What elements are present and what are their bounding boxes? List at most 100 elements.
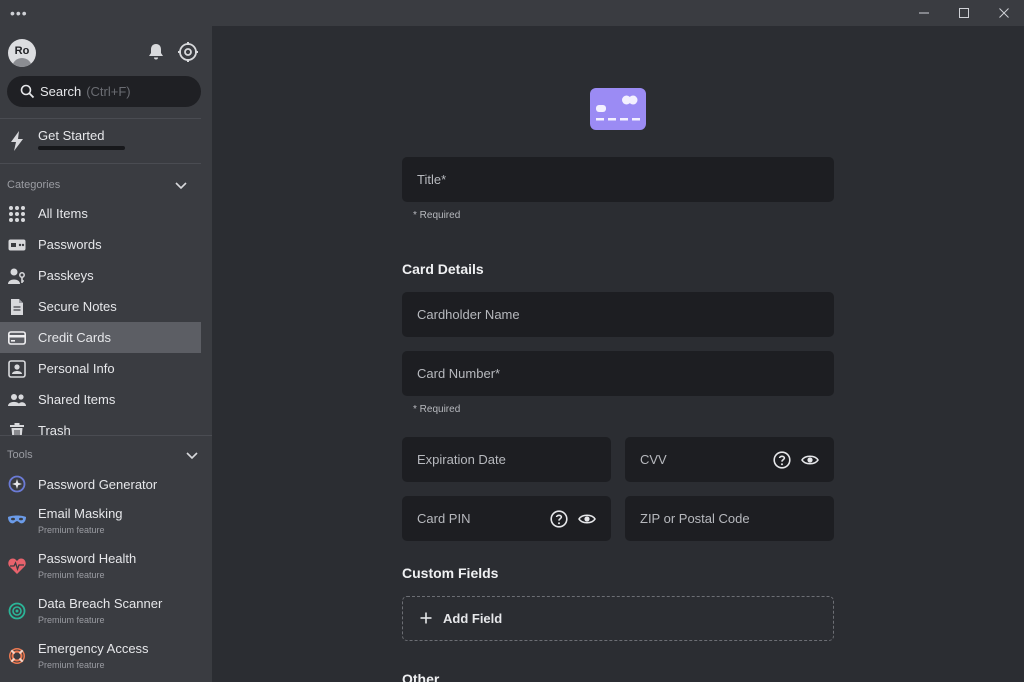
eye-icon[interactable] <box>801 451 819 469</box>
categories-header[interactable]: Categories <box>0 176 201 196</box>
close-icon <box>999 8 1009 18</box>
card-pin-field-icons <box>550 510 596 528</box>
minimize-icon <box>919 12 929 14</box>
sidebar-item-personal-info[interactable]: Personal Info <box>0 353 201 384</box>
tools-label: Tools <box>7 449 33 461</box>
minimize-button[interactable] <box>904 0 944 26</box>
avatar[interactable]: Ro <box>8 39 36 67</box>
premium-feature-label: Premium feature <box>38 615 105 625</box>
search-shortcut-hint: (Ctrl+F) <box>86 84 131 99</box>
note-icon <box>11 299 23 315</box>
sidebar-item-passkeys[interactable]: Passkeys <box>0 260 201 291</box>
divider <box>0 163 201 164</box>
sidebar-header: Ro <box>0 26 212 78</box>
settings-icon[interactable] <box>177 41 199 63</box>
sidebar-item-secure-notes[interactable]: Secure Notes <box>0 291 201 322</box>
add-field-button[interactable]: Add Field <box>402 596 834 641</box>
credit-card-logo-icon <box>590 88 646 130</box>
tool-label: Email Masking <box>38 506 123 521</box>
get-started-item[interactable]: Get Started <box>0 124 201 160</box>
tool-emergency-access[interactable]: Emergency Access Premium feature <box>0 639 212 681</box>
trash-icon <box>10 423 24 435</box>
card-number-label: Card Number* <box>417 366 501 381</box>
tool-data-breach-scanner[interactable]: Data Breach Scanner Premium feature <box>0 594 212 636</box>
lifebuoy-icon <box>9 648 25 664</box>
premium-feature-label: Premium feature <box>38 660 105 670</box>
close-button[interactable] <box>984 0 1024 26</box>
mask-icon <box>8 515 26 524</box>
sidebar-item-shared-items[interactable]: Shared Items <box>0 384 201 415</box>
password-icon <box>8 239 26 251</box>
passkey-icon <box>8 268 25 284</box>
bell-icon[interactable] <box>146 42 166 62</box>
sidebar-item-label: Secure Notes <box>38 299 117 314</box>
add-field-label: Add Field <box>443 611 503 626</box>
sidebar-item-label: Trash <box>38 423 71 435</box>
users-icon <box>8 394 26 406</box>
card-pin-label: Card PIN <box>417 511 471 526</box>
get-started-label: Get Started <box>38 128 105 143</box>
divider <box>0 435 212 436</box>
tool-label: Emergency Access <box>38 641 149 656</box>
radar-icon <box>8 602 26 620</box>
window-controls <box>904 0 1024 26</box>
sidebar-item-label: Personal Info <box>38 361 115 376</box>
custom-fields-heading: Custom Fields <box>402 565 499 581</box>
id-card-icon <box>8 360 26 378</box>
maximize-icon <box>959 8 969 18</box>
plus-icon <box>420 612 432 624</box>
zip-postal-code-field[interactable]: ZIP or Postal Code <box>625 496 834 541</box>
title-field-label: Title* <box>417 172 447 187</box>
expiration-date-field[interactable]: Expiration Date <box>402 437 611 482</box>
card-details-heading: Card Details <box>402 261 484 277</box>
credit-card-icon <box>8 331 26 345</box>
generator-icon <box>8 475 26 493</box>
title-bar: ••• <box>0 0 1024 26</box>
card-number-field[interactable]: Card Number* <box>402 351 834 396</box>
title-required-hint: * Required <box>413 210 461 221</box>
tool-password-health[interactable]: Password Health Premium feature <box>0 549 212 591</box>
tool-label: Data Breach Scanner <box>38 596 163 611</box>
tool-email-masking[interactable]: Email Masking Premium feature <box>0 504 212 546</box>
title-field[interactable]: Title* <box>402 157 834 202</box>
get-started-progress-bar <box>38 146 125 150</box>
cardholder-name-label: Cardholder Name <box>417 307 520 322</box>
cvv-field[interactable]: CVV <box>625 437 834 482</box>
sidebar-item-all-items[interactable]: All Items <box>0 198 201 229</box>
eye-icon[interactable] <box>578 510 596 528</box>
chevron-down-icon <box>175 182 187 190</box>
credit-card-form: Title* * Required Card Details Cardholde… <box>212 26 1024 682</box>
lightning-icon <box>11 131 23 151</box>
sidebar-item-label: Passwords <box>38 237 102 252</box>
heart-pulse-icon <box>8 558 26 574</box>
premium-feature-label: Premium feature <box>38 525 105 535</box>
premium-feature-label: Premium feature <box>38 570 105 580</box>
maximize-button[interactable] <box>944 0 984 26</box>
other-heading: Other <box>402 671 440 682</box>
card-number-required-hint: * Required <box>413 404 461 415</box>
sidebar-item-credit-cards[interactable]: Credit Cards <box>0 322 201 353</box>
sidebar-item-label: Shared Items <box>38 392 116 407</box>
avatar-initials: Ro <box>14 45 30 57</box>
search-icon <box>20 84 35 99</box>
help-icon[interactable] <box>550 510 568 528</box>
chevron-down-icon <box>186 452 198 460</box>
search-bar[interactable]: Search (Ctrl+F) <box>7 76 201 107</box>
sidebar-item-label: Passkeys <box>38 268 94 283</box>
tools-header[interactable]: Tools <box>0 446 212 466</box>
help-icon[interactable] <box>773 451 791 469</box>
zip-postal-code-label: ZIP or Postal Code <box>640 511 750 526</box>
tool-label: Password Health <box>38 551 137 566</box>
menu-dots-icon[interactable]: ••• <box>10 6 28 20</box>
sidebar-item-label: Credit Cards <box>38 330 111 345</box>
tool-label: Password Generator <box>38 477 158 492</box>
sidebar-item-label: All Items <box>38 206 88 221</box>
divider <box>0 118 201 119</box>
sidebar-item-trash[interactable]: Trash <box>0 415 201 435</box>
avatar-body-shape <box>12 58 32 67</box>
cvv-field-icons <box>773 451 819 469</box>
cvv-label: CVV <box>640 452 667 467</box>
cardholder-name-field[interactable]: Cardholder Name <box>402 292 834 337</box>
card-pin-field[interactable]: Card PIN <box>402 496 611 541</box>
sidebar-item-passwords[interactable]: Passwords <box>0 229 201 260</box>
